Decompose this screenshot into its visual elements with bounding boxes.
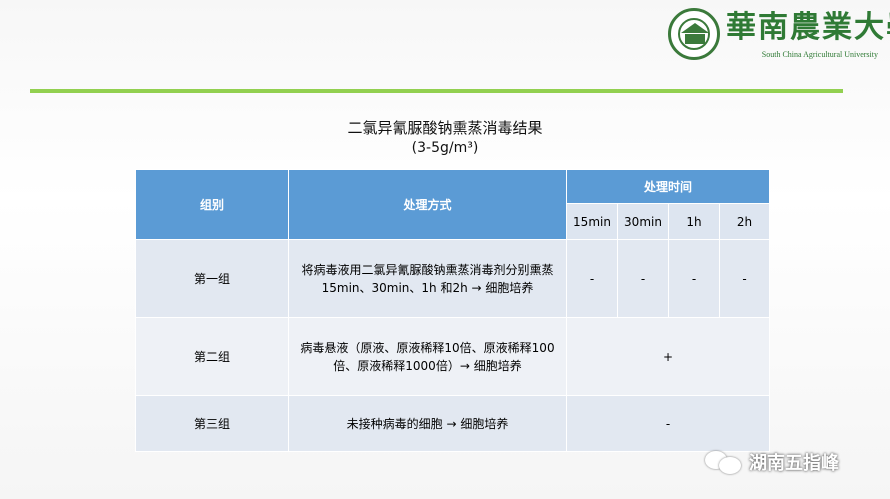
row-group: 第一组 xyxy=(135,239,289,318)
row-result-2h: - xyxy=(718,239,771,318)
university-seal-icon xyxy=(668,8,720,60)
slide-subtitle: (3-5g/m³) xyxy=(411,140,479,156)
slide-title: 二氯异氰脲酸钠熏蒸消毒结果 xyxy=(347,119,543,137)
header-time-1h: 1h xyxy=(668,203,720,240)
header-time-30min: 30min xyxy=(617,203,669,240)
table-row: 第一组 将病毒液用二氯异氰脲酸钠熏蒸消毒剂分别熏蒸15min、30min、1h … xyxy=(135,239,771,318)
row-method: 将病毒液用二氯异氰脲酸钠熏蒸消毒剂分别熏蒸15min、30min、1h 和2h … xyxy=(288,239,567,318)
header-time: 处理时间 xyxy=(565,169,771,204)
row-result-30min: - xyxy=(617,239,669,318)
row-method: 未接种病毒的细胞 → 细胞培养 xyxy=(288,395,567,452)
row-result: + xyxy=(565,317,771,396)
logo-english-name: South China Agricultural University xyxy=(761,50,878,59)
row-result-1h: - xyxy=(668,239,720,318)
header-group: 组别 xyxy=(135,169,289,240)
table-row: 第三组 未接种病毒的细胞 → 细胞培养 - xyxy=(135,395,771,452)
table-row: 第二组 病毒悬液（原液、原液稀释10倍、原液稀释100倍、原液稀释1000倍）→… xyxy=(135,317,771,396)
row-group: 第三组 xyxy=(135,395,289,452)
header-time-15min: 15min xyxy=(566,203,618,240)
slide: 華南農業大學 South China Agricultural Universi… xyxy=(0,0,890,499)
header-method: 处理方式 xyxy=(288,169,567,240)
wechat-icon xyxy=(705,449,743,475)
row-result-15min: - xyxy=(566,239,618,318)
green-divider xyxy=(30,89,843,93)
row-group: 第二组 xyxy=(135,317,289,396)
university-logo: 華南農業大學 South China Agricultural Universi… xyxy=(666,6,890,64)
watermark-text: 湖南五指峰 xyxy=(749,453,839,474)
results-table: 组别 处理方式 处理时间 15min 30min 1h 2h 第一组 将病毒液用… xyxy=(135,169,771,452)
logo-chinese-name: 華南農業大學 xyxy=(726,10,890,45)
row-result: - xyxy=(565,395,771,452)
header-time-2h: 2h xyxy=(718,203,771,240)
row-method: 病毒悬液（原液、原液稀释10倍、原液稀释100倍、原液稀释1000倍）→ 细胞培… xyxy=(288,317,567,396)
watermark: 湖南五指峰 xyxy=(705,447,839,477)
